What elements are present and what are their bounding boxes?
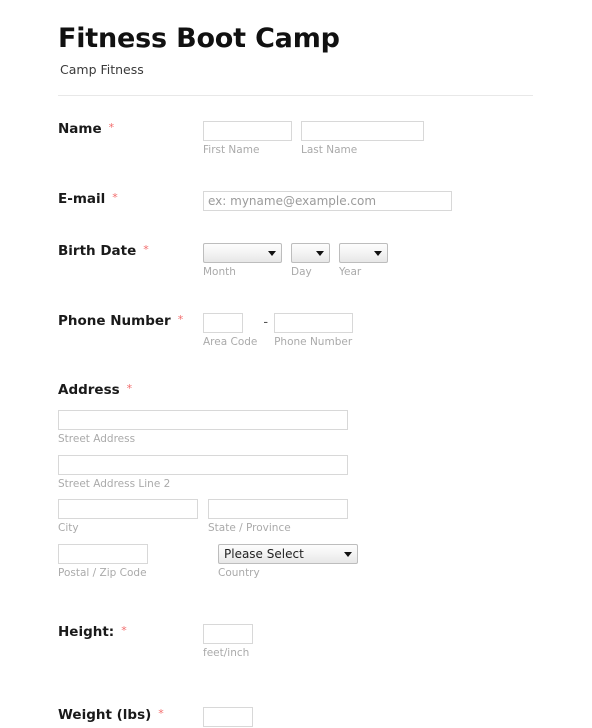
required-asterisk: * — [126, 382, 133, 396]
area-code-sublabel: Area Code — [203, 335, 258, 348]
birth-date-label: Birth Date — [58, 243, 137, 260]
required-asterisk: * — [158, 707, 164, 721]
state-input[interactable] — [208, 499, 348, 520]
city-input[interactable] — [58, 499, 198, 520]
birth-month-select[interactable] — [203, 243, 282, 264]
zip-group: Postal / Zip Code — [58, 544, 208, 580]
last-name-sublabel: Last Name — [301, 144, 358, 157]
last-name-group: Last Name — [301, 121, 424, 157]
birth-day-sublabel: Day — [291, 266, 312, 279]
required-asterisk: * — [112, 191, 118, 205]
address-label: Address — [58, 382, 120, 399]
name-label: Name — [58, 121, 102, 138]
required-asterisk: * — [143, 243, 149, 257]
street-address-2-input[interactable] — [58, 454, 348, 475]
street-address-2-sublabel: Street Address Line 2 — [58, 477, 171, 490]
name-label-col: Name * — [58, 121, 114, 140]
weight-label-col: Weight (lbs) * — [58, 707, 164, 726]
height-sublabel: feet/inch — [203, 646, 250, 659]
phone-number-input[interactable] — [274, 312, 354, 333]
country-sublabel: Country — [218, 567, 260, 579]
first-name-sublabel: First Name — [203, 144, 260, 157]
email-input[interactable] — [203, 191, 452, 212]
zip-sublabel: Postal / Zip Code — [58, 567, 147, 579]
city-state-row: City State / Province — [58, 499, 592, 535]
city-sublabel: City — [58, 522, 79, 535]
zip-input[interactable] — [58, 544, 148, 564]
phone-label: Phone Number — [58, 312, 171, 329]
birth-date-label-col: Birth Date * — [58, 243, 149, 262]
field-row-weight: Weight (lbs) * — [0, 707, 592, 728]
weight-label: Weight (lbs) — [58, 707, 152, 724]
state-sublabel: State / Province — [208, 522, 291, 535]
birth-date-inputs: Month Day Year — [203, 243, 592, 279]
field-row-name: Name * First Name Last Name — [0, 121, 592, 157]
field-row-phone: Phone Number * Area Code - Phone Number — [0, 312, 592, 349]
street-address-group: Street Address — [58, 410, 592, 446]
first-name-input[interactable] — [203, 121, 292, 142]
city-group: City — [58, 499, 198, 535]
email-inputs — [203, 191, 592, 212]
phone-number-sublabel: Phone Number — [274, 335, 353, 348]
street-address-2-group: Street Address Line 2 — [58, 454, 592, 491]
zip-country-row: Postal / Zip Code Please Select Country — [58, 544, 592, 580]
field-row-height: Height: * feet/inch — [0, 623, 592, 660]
birth-day-select[interactable] — [291, 243, 330, 264]
height-label: Height: — [58, 623, 115, 640]
form-header: Fitness Boot Camp Camp Fitness — [0, 0, 592, 97]
height-inputs: feet/inch — [203, 623, 592, 660]
area-code-input[interactable] — [203, 312, 243, 333]
required-asterisk: * — [121, 623, 127, 637]
email-label: E-mail — [58, 191, 106, 208]
birth-year-group: Year — [339, 243, 388, 279]
required-asterisk: * — [108, 121, 115, 135]
required-asterisk: * — [177, 312, 184, 326]
country-group: Please Select Country — [218, 544, 358, 580]
birth-year-select[interactable] — [339, 243, 388, 264]
birth-year-sublabel: Year — [339, 266, 362, 279]
last-name-input[interactable] — [301, 121, 424, 142]
field-row-address: Address * Street Address Street Address L… — [0, 382, 592, 579]
country-select[interactable]: Please Select — [218, 544, 358, 564]
name-inputs: First Name Last Name — [203, 121, 592, 157]
phone-separator: - — [263, 314, 269, 330]
header-divider — [58, 95, 533, 97]
email-label-col: E-mail * — [58, 191, 118, 210]
area-code-group: Area Code — [203, 312, 258, 349]
fitness-boot-camp-form: Fitness Boot Camp Camp Fitness Name * Fir… — [0, 0, 592, 728]
field-row-email: E-mail * — [0, 191, 592, 212]
birth-month-group: Month — [203, 243, 282, 279]
height-input[interactable] — [203, 623, 253, 644]
page-title: Fitness Boot Camp — [58, 23, 340, 54]
weight-input[interactable] — [203, 707, 253, 728]
birth-day-group: Day — [291, 243, 330, 279]
field-row-birth-date: Birth Date * Month Day Year — [0, 243, 592, 279]
street-address-input[interactable] — [58, 410, 348, 431]
page-subtitle: Camp Fitness — [60, 61, 144, 77]
birth-month-sublabel: Month — [203, 266, 236, 279]
height-label-col: Height: * — [58, 624, 127, 643]
phone-number-group: Phone Number — [274, 312, 354, 349]
address-label-col: Address * — [58, 382, 592, 401]
weight-inputs — [203, 707, 592, 728]
phone-inputs: Area Code - Phone Number — [203, 312, 592, 349]
phone-label-col: Phone Number * — [58, 313, 183, 332]
state-group: State / Province — [208, 499, 348, 535]
street-address-sublabel: Street Address — [58, 433, 136, 446]
first-name-group: First Name — [203, 121, 292, 157]
